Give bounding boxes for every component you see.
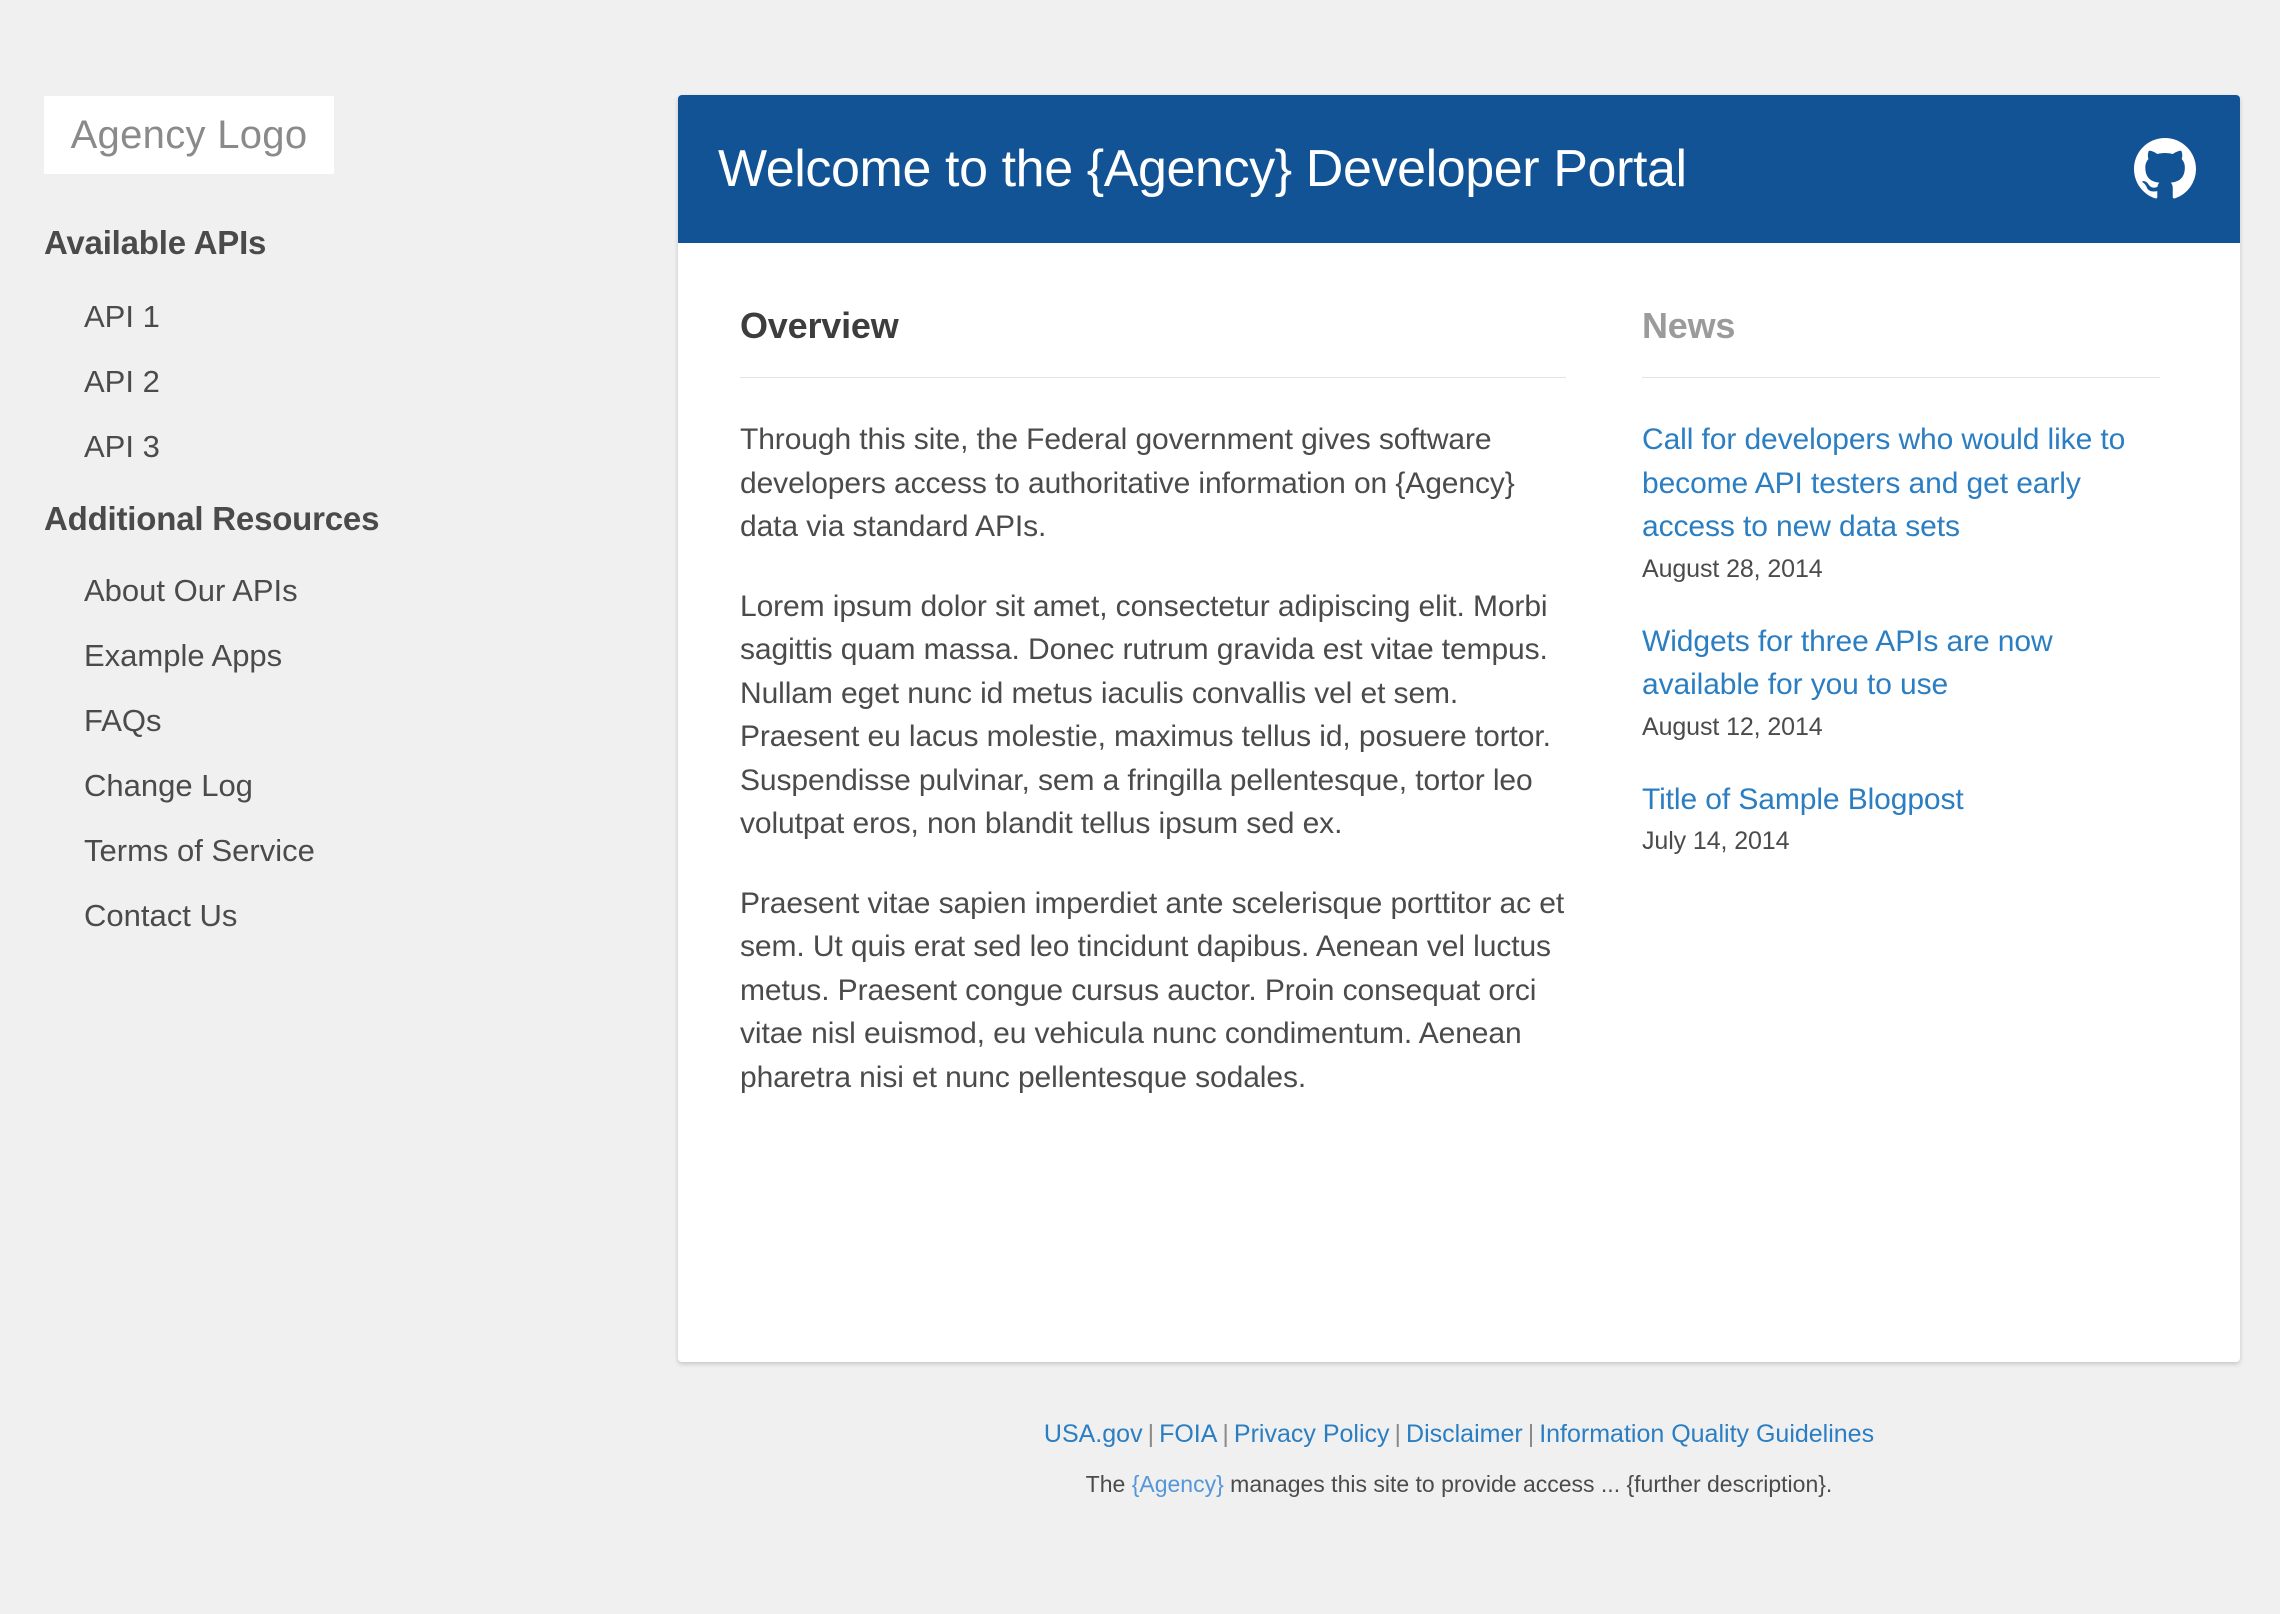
news-list: Call for developers who would like to be… (1642, 418, 2160, 856)
news-item-headline-1[interactable]: Call for developers who would like to be… (1642, 418, 2160, 549)
overview-divider (740, 377, 1566, 378)
sidebar-link-example-apps[interactable]: Example Apps (44, 640, 660, 671)
sidebar-heading-available-apis: Available APIs (44, 224, 267, 261)
sidebar-link-contact-us[interactable]: Contact Us (44, 900, 660, 931)
footer-link-disclaimer[interactable]: Disclaimer (1406, 1420, 1523, 1448)
sidebar-heading-additional-resources: Additional Resources (44, 500, 380, 537)
sidebar-item-contact-us[interactable]: Contact Us (44, 900, 660, 931)
news-item: Title of Sample Blogpost July 14, 2014 (1642, 778, 2160, 857)
sidebar-item-about-our-apis[interactable]: About Our APIs (44, 575, 660, 606)
sidebar-item-change-log[interactable]: Change Log (44, 770, 660, 801)
footer-link-privacy-policy[interactable]: Privacy Policy (1234, 1420, 1390, 1448)
card-body: Overview Through this site, the Federal … (678, 243, 2240, 1099)
sidebar-item-faqs[interactable]: FAQs (44, 705, 660, 736)
agency-logo[interactable]: Agency Logo (44, 96, 334, 174)
page-header-banner: Welcome to the {Agency} Developer Portal (678, 95, 2240, 243)
sidebar: Agency Logo Available APIs API 1 API 2 A… (0, 0, 660, 1614)
page-footer: USA.gov | FOIA | Privacy Policy | Disclaimer | I… (678, 1420, 2240, 1498)
agency-logo-text: Agency Logo (70, 112, 308, 157)
news-item-date-2: August 12, 2014 (1642, 712, 1823, 741)
footer-separator: | (1527, 1420, 1535, 1448)
footer-separator: | (1222, 1420, 1229, 1448)
sidebar-link-api-1[interactable]: API 1 (44, 301, 660, 332)
github-icon[interactable] (2134, 138, 2196, 200)
sidebar-link-api-2[interactable]: API 2 (44, 366, 660, 397)
footer-links: USA.gov | FOIA | Privacy Policy | Disclaimer | I… (678, 1420, 2240, 1449)
overview-paragraph-2: Lorem ipsum dolor sit amet, consectetur … (740, 589, 1551, 841)
news-item: Call for developers who would like to be… (1642, 418, 2160, 584)
news-divider (1642, 377, 2160, 378)
news-section: News Call for developers who would like … (1600, 305, 2160, 1099)
sidebar-link-terms-of-service[interactable]: Terms of Service (44, 835, 660, 866)
news-item-headline-2[interactable]: Widgets for three APIs are now available… (1642, 620, 2160, 707)
footer-separator: | (1147, 1420, 1155, 1448)
page-title: Welcome to the {Agency} Developer Portal (718, 140, 1687, 198)
news-item: Widgets for three APIs are now available… (1642, 620, 2160, 742)
news-item-date-1: August 28, 2014 (1642, 554, 1823, 583)
footer-separator: | (1394, 1420, 1402, 1448)
sidebar-list-available-apis: API 1 API 2 API 3 (44, 301, 660, 462)
sidebar-list-additional-resources: About Our APIs Example Apps FAQs Change … (44, 575, 660, 931)
overview-heading: Overview (740, 305, 899, 346)
news-heading: News (1642, 305, 1736, 346)
footer-note-suffix: manages this site to provide access ... … (1223, 1471, 1833, 1497)
overview-paragraph-1: Through this site, the Federal governmen… (740, 423, 1515, 543)
footer-link-information-quality-guidelines[interactable]: Information Quality Guidelines (1539, 1420, 1874, 1448)
news-item-date-3: July 14, 2014 (1642, 827, 1790, 855)
sidebar-link-faqs[interactable]: FAQs (44, 705, 660, 736)
news-item-headline-3[interactable]: Title of Sample Blogpost (1642, 778, 2160, 822)
sidebar-link-change-log[interactable]: Change Log (44, 770, 660, 801)
footer-link-usa-gov[interactable]: USA.gov (1044, 1420, 1143, 1448)
sidebar-item-terms-of-service[interactable]: Terms of Service (44, 835, 660, 866)
sidebar-item-api-1[interactable]: API 1 (44, 301, 660, 332)
sidebar-item-api-3[interactable]: API 3 (44, 431, 660, 462)
overview-section: Overview Through this site, the Federal … (740, 305, 1600, 1099)
footer-note: The {Agency} manages this site to provid… (678, 1471, 2240, 1498)
main-content-card: Welcome to the {Agency} Developer Portal… (678, 95, 2240, 1362)
sidebar-item-example-apps[interactable]: Example Apps (44, 640, 660, 671)
footer-note-agency-token: {Agency} (1131, 1471, 1224, 1497)
sidebar-link-api-3[interactable]: API 3 (44, 431, 660, 462)
footer-note-prefix: The (1085, 1471, 1132, 1497)
overview-paragraph-3: Praesent vitae sapien imperdiet ante sce… (740, 886, 1565, 1094)
sidebar-item-api-2[interactable]: API 2 (44, 366, 660, 397)
overview-body: Through this site, the Federal governmen… (740, 418, 1566, 1099)
footer-link-foia[interactable]: FOIA (1159, 1420, 1217, 1448)
sidebar-link-about-our-apis[interactable]: About Our APIs (44, 575, 660, 606)
